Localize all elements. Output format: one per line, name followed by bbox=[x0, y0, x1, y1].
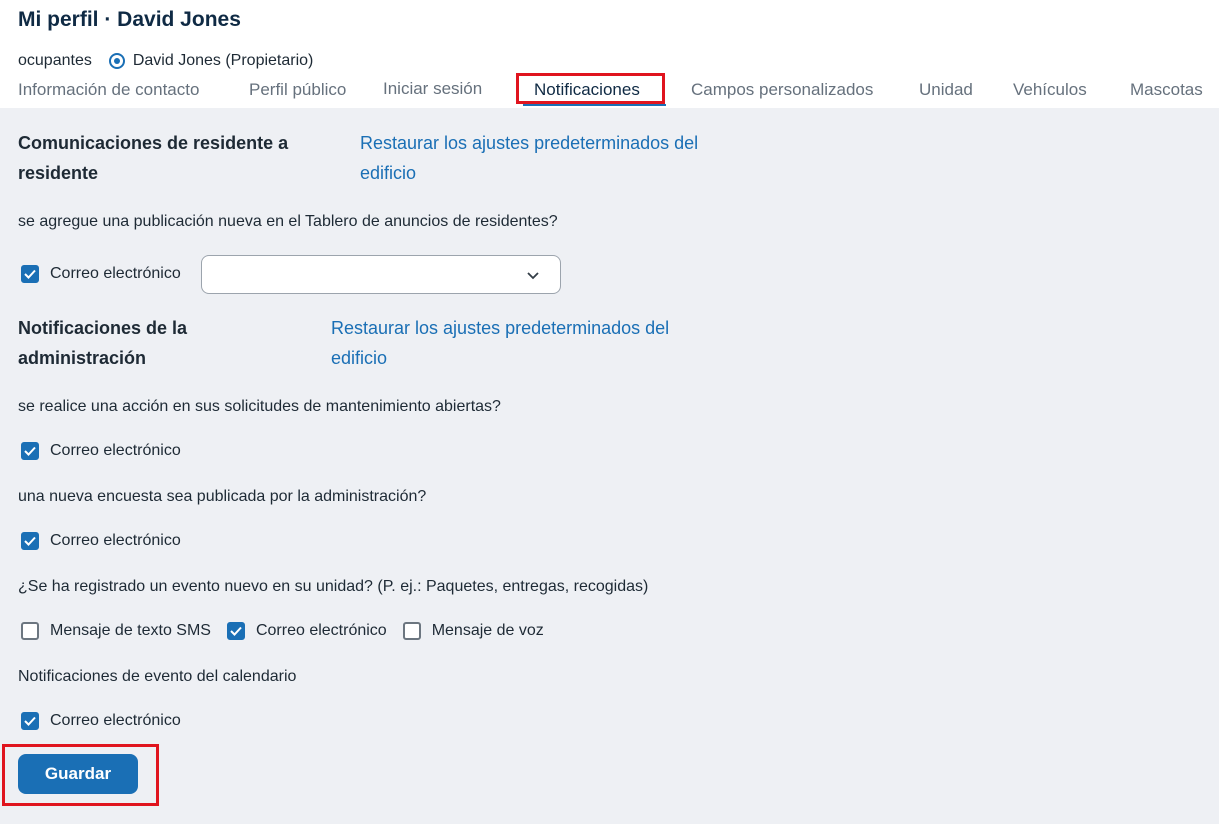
frequency-select[interactable] bbox=[201, 255, 561, 294]
section-title-line: residente bbox=[18, 163, 99, 183]
voice-checkbox[interactable] bbox=[402, 622, 421, 640]
reset-link-line: edificio bbox=[331, 348, 388, 368]
reset-link-line: edificio bbox=[360, 163, 417, 183]
check-icon bbox=[24, 536, 36, 546]
option-row: Correo electrónico bbox=[18, 530, 194, 552]
email-label: Correo electrónico bbox=[50, 442, 181, 459]
option-row: Correo electrónico bbox=[18, 263, 194, 285]
check-icon bbox=[24, 446, 36, 456]
section-title-line: administración bbox=[18, 348, 147, 368]
occupant-selector: ocupantes David Jones (Propietario) bbox=[18, 50, 313, 72]
email-checkbox[interactable] bbox=[226, 622, 245, 640]
reset-defaults-link-resident[interactable]: Restaurar los ajustes predeterminados de… bbox=[360, 128, 698, 188]
email-checkbox[interactable] bbox=[21, 265, 39, 283]
option-row: Correo electrónico bbox=[18, 710, 194, 732]
email-label: Correo electrónico bbox=[255, 622, 387, 639]
occupant-radio[interactable] bbox=[108, 53, 125, 69]
tab-unit[interactable]: Unidad bbox=[919, 80, 973, 100]
section-title-line: Notificaciones de la bbox=[18, 318, 188, 338]
section-title-resident: Comunicaciones de residente a residente bbox=[18, 128, 288, 188]
email-label: Correo electrónico bbox=[50, 532, 181, 549]
page-title: Mi perfil · David Jones bbox=[18, 8, 241, 31]
email-checkbox[interactable] bbox=[21, 442, 39, 460]
occupant-name[interactable]: David Jones (Propietario) bbox=[133, 52, 314, 70]
option-row: Correo electrónico bbox=[18, 440, 194, 462]
option-row: Mensaje de texto SMS Correo electrónico … bbox=[18, 620, 557, 642]
email-label: Correo electrónico bbox=[50, 712, 181, 729]
check-icon bbox=[24, 269, 36, 279]
question-unit-event: ¿Se ha registrado un evento nuevo en su … bbox=[18, 578, 649, 595]
tab-pets[interactable]: Mascotas bbox=[1130, 80, 1203, 100]
reset-defaults-link-management[interactable]: Restaurar los ajustes predeterminados de… bbox=[331, 313, 669, 373]
occupants-label: ocupantes bbox=[18, 52, 92, 69]
tab-vehicles[interactable]: Vehículos bbox=[1013, 80, 1087, 100]
highlight-notifications-tab bbox=[516, 73, 665, 104]
section-title-line: Comunicaciones de residente a bbox=[18, 133, 289, 153]
question-maintenance-action: se realice una acción en sus solicitudes… bbox=[18, 398, 501, 415]
highlight-save-button bbox=[2, 744, 159, 806]
chevron-down-icon bbox=[527, 272, 539, 280]
sms-checkbox[interactable] bbox=[21, 622, 39, 640]
question-new-survey: una nueva encuesta sea publicada por la … bbox=[18, 488, 427, 505]
check-icon bbox=[24, 716, 36, 726]
tab-public-profile[interactable]: Perfil público bbox=[249, 80, 346, 100]
check-icon bbox=[230, 626, 242, 636]
question-calendar-event: Notificaciones de evento del calendario bbox=[18, 668, 297, 685]
email-label: Correo electrónico bbox=[50, 265, 181, 282]
notifications-panel: Comunicaciones de residente a residente … bbox=[0, 108, 1219, 824]
reset-link-line: Restaurar los ajustes predeterminados de… bbox=[360, 133, 699, 153]
tab-custom-fields[interactable]: Campos personalizados bbox=[691, 80, 873, 100]
email-checkbox[interactable] bbox=[21, 532, 39, 550]
tab-login[interactable]: Iniciar sesión bbox=[383, 79, 482, 99]
active-tab-underline bbox=[523, 104, 666, 106]
voice-label: Mensaje de voz bbox=[431, 622, 544, 639]
email-checkbox[interactable] bbox=[21, 712, 39, 730]
reset-link-line: Restaurar los ajustes predeterminados de… bbox=[331, 318, 670, 338]
sms-label: Mensaje de texto SMS bbox=[50, 622, 211, 639]
tab-contact-info[interactable]: Información de contacto bbox=[18, 80, 199, 100]
section-title-management: Notificaciones de la administración bbox=[18, 313, 187, 373]
question-new-board-post: se agregue una publicación nueva en el T… bbox=[18, 213, 558, 230]
